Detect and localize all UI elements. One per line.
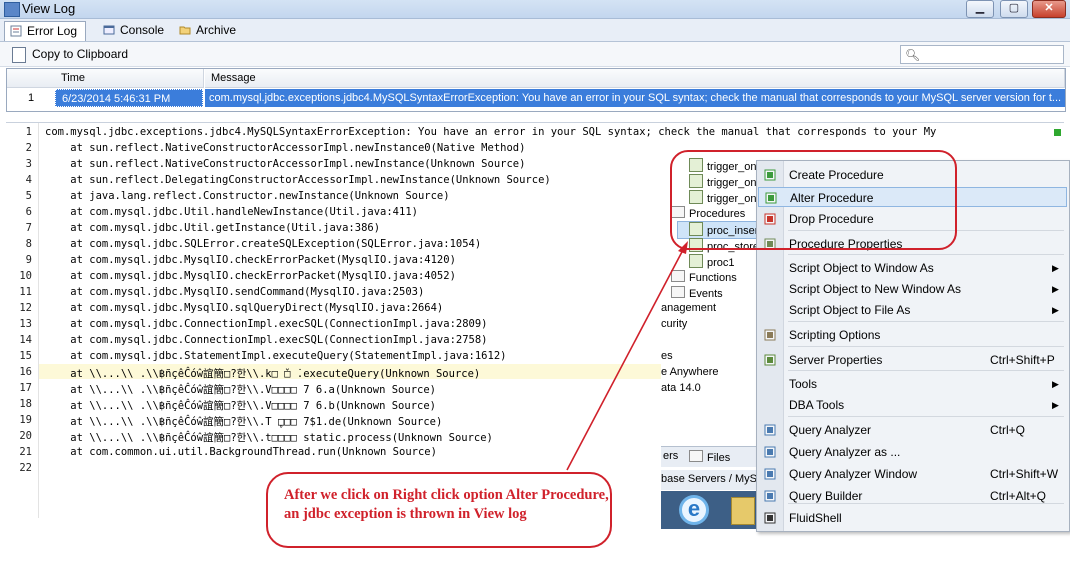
annotation-callout: After we click on Right click option Alt… [266, 472, 612, 548]
annotation-text: After we click on Right click option Alt… [284, 487, 609, 522]
